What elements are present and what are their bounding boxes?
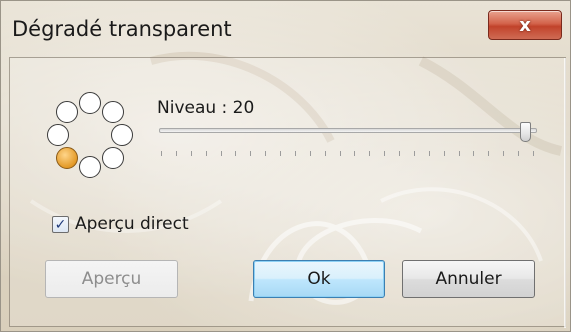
level-slider-thumb[interactable] — [520, 122, 532, 142]
slider-tick — [310, 151, 311, 156]
slider-tick — [414, 151, 415, 156]
slider-tick — [473, 151, 474, 156]
slider-tick — [369, 151, 370, 156]
dialog-window: Dégradé transparent x Niveau : 20 ✓ Aper… — [0, 0, 571, 332]
slider-tick — [503, 151, 504, 156]
level-label: Niveau : 20 — [157, 98, 255, 118]
slider-ticks — [161, 151, 535, 159]
slider-tick — [384, 151, 385, 156]
live-preview-checkbox[interactable]: ✓ — [52, 216, 69, 233]
slider-tick — [533, 151, 534, 156]
slider-tick — [250, 151, 251, 156]
slider-tick — [280, 151, 281, 156]
slider-tick — [488, 151, 489, 156]
window-title: Dégradé transparent — [12, 17, 232, 41]
slider-tick — [325, 151, 326, 156]
spinner-dot-active — [56, 147, 78, 169]
live-preview-label[interactable]: Aperçu direct — [75, 214, 189, 234]
slider-tick — [265, 151, 266, 156]
close-button[interactable]: x — [488, 10, 562, 40]
close-icon: x — [519, 14, 531, 36]
slider-tick — [340, 151, 341, 156]
checkmark-icon: ✓ — [54, 216, 67, 233]
cancel-button[interactable]: Annuler — [402, 260, 535, 298]
title-bar[interactable]: Dégradé transparent x — [1, 1, 571, 57]
progress-spinner-icon — [41, 89, 137, 185]
spinner-dot — [111, 124, 133, 146]
spinner-dot — [102, 147, 124, 169]
spinner-dot — [56, 101, 78, 123]
slider-tick — [191, 151, 192, 156]
slider-tick — [444, 151, 445, 156]
slider-tick — [459, 151, 460, 156]
slider-tick — [429, 151, 430, 156]
client-edge — [564, 58, 566, 328]
slider-tick — [206, 151, 207, 156]
spinner-dot — [47, 124, 69, 146]
slider-tick — [221, 151, 222, 156]
slider-tick — [235, 151, 236, 156]
preview-button[interactable]: Aperçu — [45, 260, 178, 298]
slider-tick — [399, 151, 400, 156]
level-slider-track[interactable] — [159, 128, 537, 133]
slider-tick — [295, 151, 296, 156]
spinner-dot — [79, 156, 101, 178]
slider-tick — [518, 151, 519, 156]
ok-button[interactable]: Ok — [253, 260, 385, 298]
slider-tick — [354, 151, 355, 156]
spinner-dot — [79, 92, 101, 114]
slider-tick — [161, 151, 162, 156]
slider-tick — [176, 151, 177, 156]
spinner-dot — [102, 101, 124, 123]
